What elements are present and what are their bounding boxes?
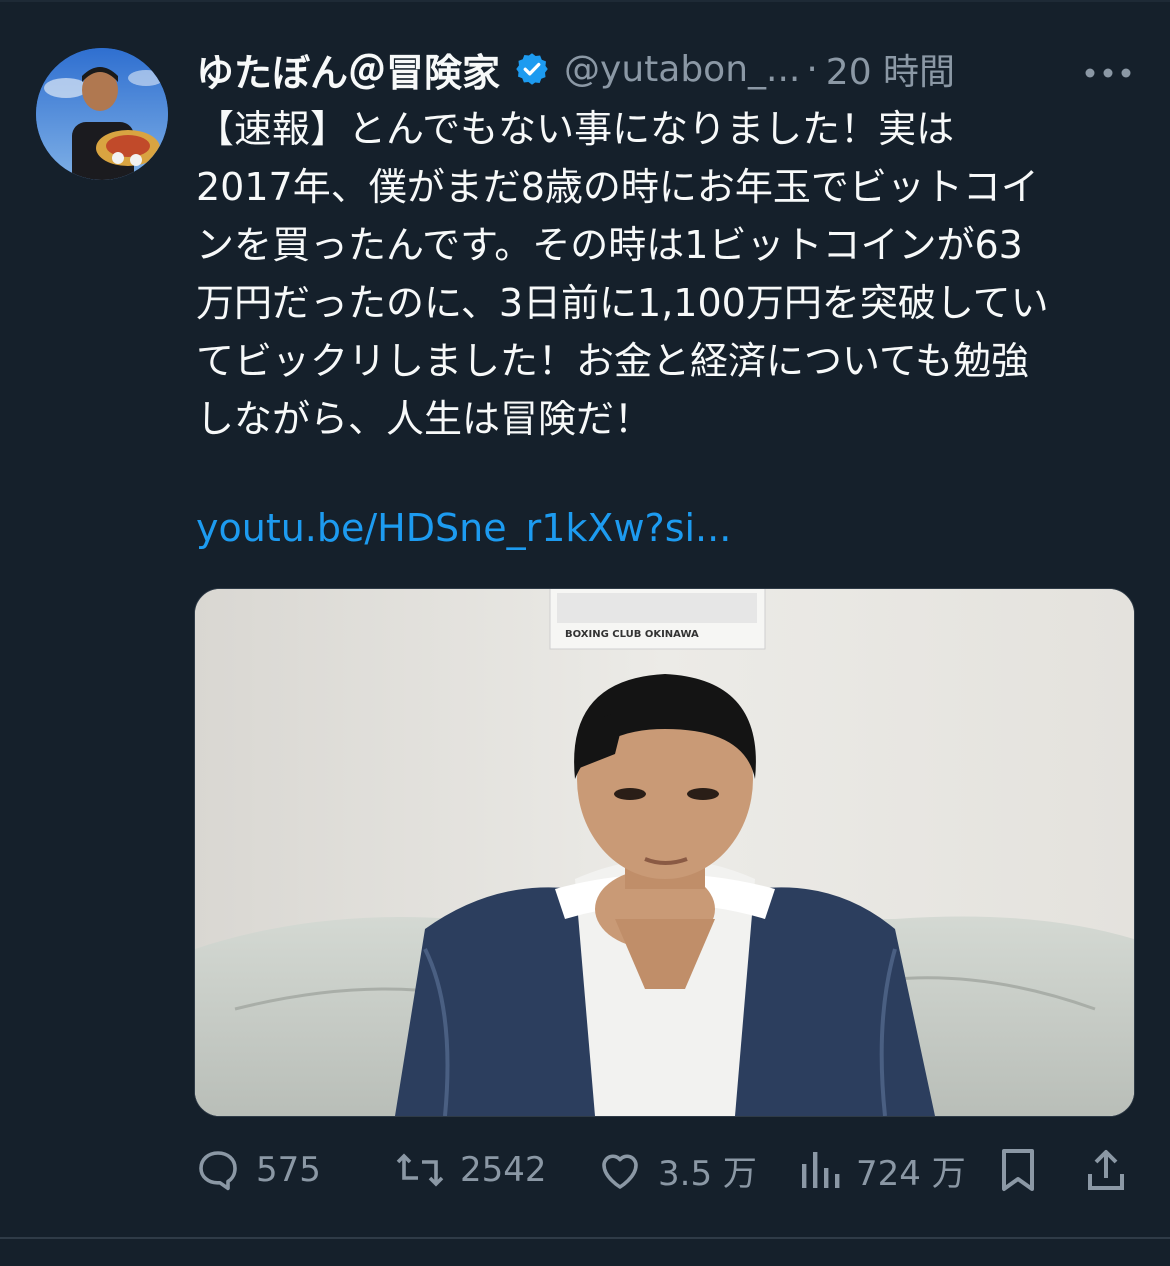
tweet-text-line: 【速報】とんでもない事になりました！実は (196, 107, 955, 151)
separator-dot: · (806, 48, 818, 90)
bookmark-icon (1002, 1149, 1034, 1191)
retweet-icon (396, 1153, 444, 1187)
retweet-button[interactable]: 2542 (394, 1138, 547, 1202)
retweet-count: 2542 (460, 1150, 547, 1190)
more-icon[interactable] (1084, 64, 1132, 78)
reply-icon (199, 1151, 237, 1191)
user-handle[interactable]: @yutabon_... (564, 49, 800, 90)
action-bar: 575 2542 3.5 万 724 万 (194, 1138, 1144, 1202)
timestamp[interactable]: 20 時間 (826, 43, 955, 95)
view-count: 724 万 (856, 1153, 966, 1194)
bookmark-button[interactable] (996, 1138, 1040, 1202)
views-icon (802, 1152, 840, 1188)
share-button[interactable] (1084, 1138, 1128, 1202)
share-icon (1088, 1150, 1124, 1190)
display-name[interactable]: ゆたぼん＠冒険家 (196, 42, 500, 97)
tweet-text-line: てビックリしました！お金と経済についても勉強 (196, 339, 1029, 383)
tweet-media-image[interactable]: BOXING CLUB OKINAWA (194, 588, 1135, 1117)
tweet-text-line: しながら、人生は冒険だ！ (196, 397, 653, 441)
heart-icon (602, 1154, 638, 1189)
bottom-divider (0, 1237, 1170, 1239)
reply-count: 575 (256, 1150, 321, 1190)
youtube-link[interactable]: youtu.be/HDSne_r1kXw?si... (196, 506, 731, 550)
verified-badge-icon (514, 51, 550, 87)
avatar[interactable] (36, 48, 168, 180)
tweet-text-line: ンを買ったんです。その時は1ビットコインが63 (196, 223, 1023, 267)
views-button[interactable]: 724 万 (798, 1138, 966, 1202)
like-button[interactable]: 3.5 万 (596, 1138, 757, 1202)
tweet-text: 【速報】とんでもない事になりました！実は 2017年、僕がまだ8歳の時にお年玉で… (196, 100, 1136, 448)
tweet-text-line: 万円だったのに、3日前に1,100万円を突破してい (196, 281, 1049, 325)
tweet-text-line: 2017年、僕がまだ8歳の時にお年玉でビットコイ (196, 165, 1039, 209)
poster-text: BOXING CLUB OKINAWA (565, 629, 699, 640)
reply-button[interactable]: 575 (194, 1138, 321, 1202)
like-count: 3.5 万 (658, 1153, 757, 1194)
top-divider (0, 0, 1170, 2)
tweet-header: ゆたぼん＠冒険家 @yutabon_... · 20 時間 (196, 38, 1156, 100)
video-thumbnail (195, 589, 1134, 1116)
